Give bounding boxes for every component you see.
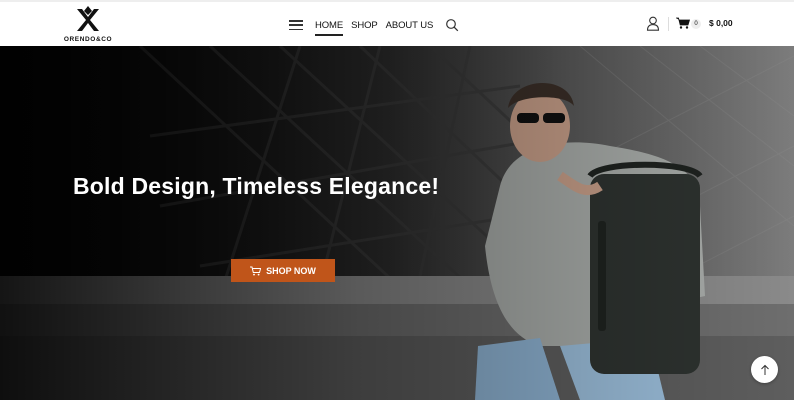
main-nav: HOME SHOP ABOUT US: [289, 14, 459, 36]
user-icon[interactable]: [646, 16, 660, 31]
site-header: ORENDO&CO HOME SHOP ABOUT US 0 $ 0,00: [0, 0, 794, 46]
shop-now-label: SHOP NOW: [266, 265, 316, 276]
cart-summary[interactable]: 0 $ 0,00: [676, 17, 733, 29]
scroll-to-top-button[interactable]: [751, 356, 778, 383]
logo-mark-icon: [77, 6, 99, 31]
brand-logo[interactable]: ORENDO&CO: [60, 6, 116, 46]
header-divider: [668, 17, 669, 31]
cart-count-badge: 0: [691, 18, 701, 29]
cart-total: $ 0,00: [709, 18, 733, 28]
nav-about-us[interactable]: ABOUT US: [386, 20, 434, 31]
cart-icon: [676, 17, 690, 29]
nav-shop[interactable]: SHOP: [351, 20, 378, 31]
shop-now-button[interactable]: SHOP NOW: [231, 259, 335, 282]
hero-title: Bold Design, Timeless Elegance!: [73, 173, 440, 199]
search-icon[interactable]: [445, 18, 459, 32]
menu-icon[interactable]: [289, 20, 303, 30]
arrow-up-icon: [760, 364, 769, 375]
hero-banner: Bold Design, Timeless Elegance! SHOP NOW: [0, 46, 794, 400]
cart-icon: [250, 266, 262, 275]
brand-name: ORENDO&CO: [63, 36, 113, 43]
hero-background-image: [0, 46, 794, 400]
nav-home[interactable]: HOME: [315, 20, 344, 36]
